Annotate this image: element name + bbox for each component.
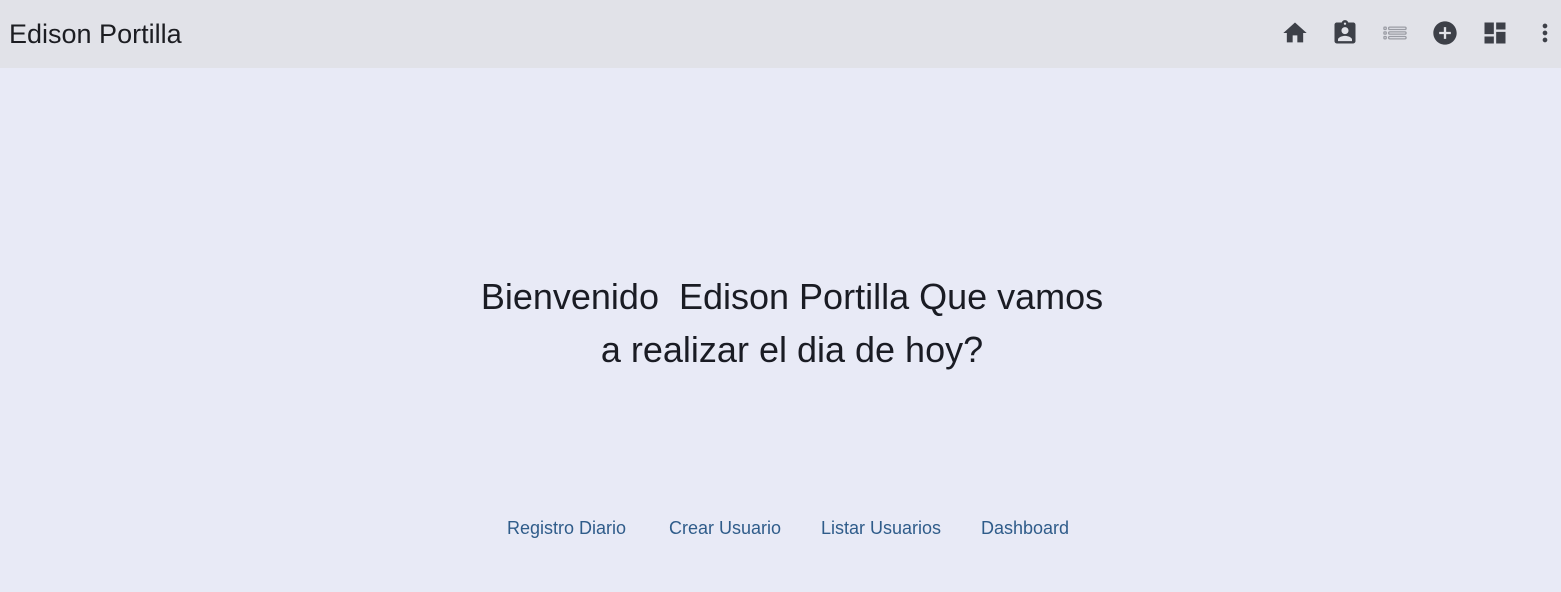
add-circle-icon (1431, 19, 1459, 47)
add-button[interactable] (1426, 14, 1464, 52)
list-icon (1381, 19, 1409, 47)
top-toolbar: Edison Portilla (0, 0, 1561, 68)
quick-links: Registro Diario Crear Usuario Listar Usu… (0, 516, 1561, 540)
home-button[interactable] (1276, 14, 1314, 52)
home-icon (1281, 19, 1309, 47)
assignment-ind-button[interactable] (1326, 14, 1364, 52)
dashboard-button[interactable] (1476, 14, 1514, 52)
dashboard-icon (1481, 19, 1509, 47)
more-menu-button[interactable] (1526, 14, 1561, 52)
list-button[interactable] (1376, 14, 1414, 52)
link-dashboard[interactable]: Dashboard (981, 516, 1069, 540)
link-listar-usuarios[interactable]: Listar Usuarios (821, 516, 941, 540)
welcome-message: Bienvenido Edison Portilla Que vamos a r… (480, 276, 1114, 370)
more-vert-icon (1531, 19, 1559, 47)
link-crear-usuario[interactable]: Crear Usuario (669, 516, 781, 540)
assignment-ind-icon (1331, 19, 1359, 47)
link-registro-diario[interactable]: Registro Diario (507, 516, 626, 540)
app-title: Edison Portilla (9, 19, 182, 49)
